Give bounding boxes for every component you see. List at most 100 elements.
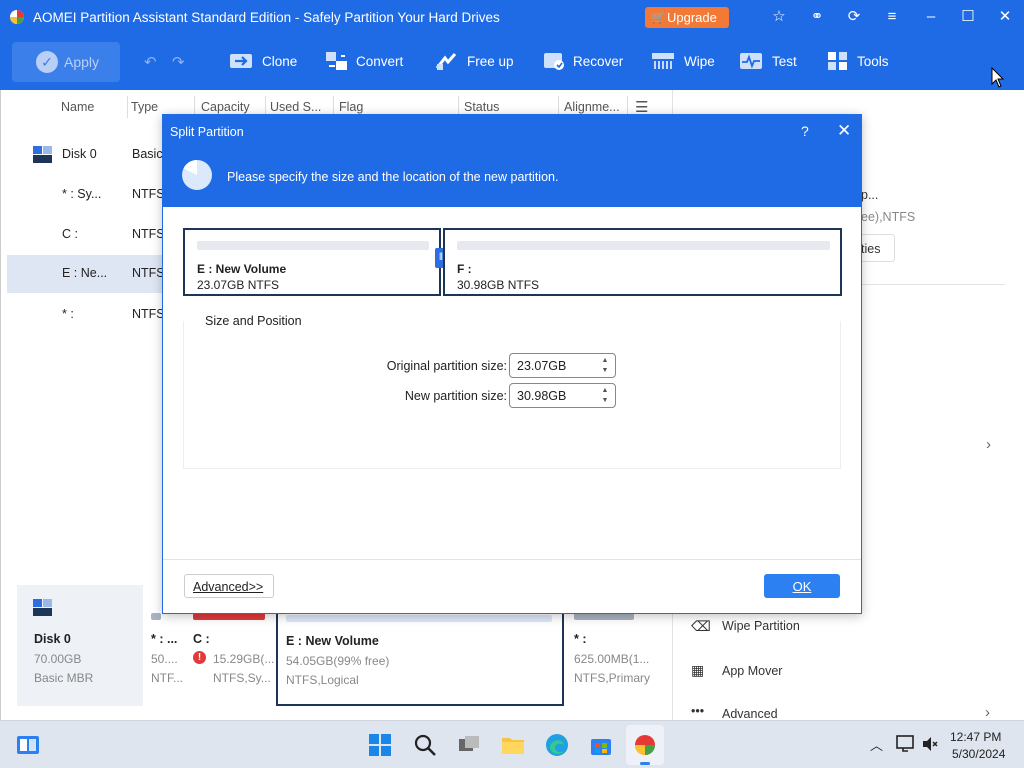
table-row[interactable]: C : NTFS xyxy=(7,216,167,254)
tools-icon xyxy=(828,52,847,70)
spin-down-icon[interactable]: ▼ xyxy=(600,367,610,375)
column-header-status[interactable]: Status xyxy=(464,100,499,114)
table-row[interactable]: * : Sy... NTFS xyxy=(7,176,167,214)
tool-label: Recover xyxy=(573,54,624,69)
file-explorer-icon[interactable] xyxy=(501,733,525,757)
edge-browser-icon[interactable] xyxy=(545,733,569,757)
link-icon[interactable]: ⚭ xyxy=(807,7,827,27)
column-header-name[interactable]: Name xyxy=(61,100,94,114)
title-bar: AOMEI Partition Assistant Standard Editi… xyxy=(0,0,1024,34)
advanced-button[interactable]: Advanced>> xyxy=(184,574,274,598)
test-icon xyxy=(740,53,762,69)
left-partition-name: E : New Volume xyxy=(197,262,287,276)
disk-tile[interactable]: Disk 0 70.00GB Basic MBR xyxy=(17,585,143,706)
free-up-icon xyxy=(435,53,457,70)
original-size-label: Original partition size: xyxy=(386,359,507,373)
free-up-tool[interactable]: Free up xyxy=(435,48,525,76)
column-header-used[interactable]: Used S... xyxy=(270,100,321,114)
original-size-stepper[interactable]: 23.07GB ▲ ▼ xyxy=(509,353,616,378)
disk-icon xyxy=(33,146,52,163)
disk-icon xyxy=(33,599,52,616)
task-view-icon[interactable] xyxy=(457,733,481,757)
partition-fs: NTFS,Primary xyxy=(574,671,650,685)
partition-name: E : New Volume xyxy=(286,634,379,648)
star-icon[interactable]: ☆ xyxy=(769,7,789,27)
spin-up-icon[interactable]: ▲ xyxy=(600,357,610,365)
dialog-title: Split Partition xyxy=(170,125,244,139)
partition-size: 625.00MB(1... xyxy=(574,652,650,666)
chevron-right-icon[interactable]: › xyxy=(986,436,991,453)
pie-chart-icon xyxy=(182,160,212,190)
table-row[interactable]: * : NTFS xyxy=(7,296,167,334)
apply-button[interactable]: ✓ Apply xyxy=(12,42,120,82)
windows-start-icon[interactable] xyxy=(368,733,392,757)
test-tool[interactable]: Test xyxy=(739,48,809,76)
original-size-value: 23.07GB xyxy=(517,359,567,373)
tool-label: Test xyxy=(772,54,797,69)
partition-usage-bar xyxy=(193,613,265,620)
more-icon: ••• xyxy=(691,704,705,718)
properties-button[interactable]: ties xyxy=(861,234,895,262)
widgets-icon[interactable] xyxy=(16,733,40,757)
action-label: App Mover xyxy=(722,664,783,678)
toolbar: ✓ Apply ↶ ↷ Clone Convert Free up Recove… xyxy=(0,34,1024,90)
upgrade-button[interactable]: 🛒 Upgrade xyxy=(645,7,729,28)
row-type: NTFS xyxy=(132,227,165,241)
column-header-capacity[interactable]: Capacity xyxy=(201,100,250,114)
app-mover-icon: ▦ xyxy=(691,662,705,678)
help-icon[interactable]: ? xyxy=(801,123,809,139)
redo-icon[interactable]: ↷ xyxy=(172,53,185,71)
partition-usage-bar xyxy=(286,615,552,622)
partition-usage-bar xyxy=(151,613,161,620)
split-partition-dialog: Split Partition ? ✕ Please specify the s… xyxy=(162,114,862,614)
column-header-alignment[interactable]: Alignme... xyxy=(564,100,620,114)
maximize-icon[interactable]: ☐ xyxy=(958,7,978,27)
network-icon[interactable] xyxy=(896,735,916,753)
new-size-stepper[interactable]: 30.98GB ▲ ▼ xyxy=(509,383,616,408)
table-row[interactable]: Disk 0 Basic xyxy=(7,136,167,174)
dialog-instruction: Please specify the size and the location… xyxy=(227,170,559,184)
spin-up-icon[interactable]: ▲ xyxy=(600,387,610,395)
refresh-icon[interactable]: ⟳ xyxy=(844,7,864,27)
app-logo-icon xyxy=(10,10,24,24)
tools-tool[interactable]: Tools xyxy=(826,48,896,76)
partition-usage-bar xyxy=(574,613,634,620)
clock-time[interactable]: 12:47 PM xyxy=(950,730,1001,744)
partition-left-block[interactable]: E : New Volume 23.07GB NTFS xyxy=(183,228,441,296)
close-window-icon[interactable]: ✕ xyxy=(995,7,1015,27)
tool-label: Convert xyxy=(356,54,404,69)
action-label: Advanced xyxy=(722,707,778,720)
close-icon[interactable]: ✕ xyxy=(837,121,851,141)
ok-button[interactable]: OK xyxy=(764,574,840,598)
aomei-taskbar-button[interactable] xyxy=(626,725,664,765)
minimize-icon[interactable]: – xyxy=(921,7,941,27)
action-wipe-partition[interactable]: ⌫ Wipe Partition xyxy=(691,616,991,638)
convert-tool[interactable]: Convert xyxy=(325,48,415,76)
search-icon[interactable] xyxy=(413,733,437,757)
recover-tool[interactable]: Recover xyxy=(543,48,633,76)
volume-muted-icon[interactable] xyxy=(921,735,939,753)
aomei-app-icon xyxy=(635,735,655,755)
partition-right-block[interactable]: F : 30.98GB NTFS xyxy=(443,228,842,296)
column-header-flag[interactable]: Flag xyxy=(339,100,363,114)
store-icon[interactable] xyxy=(589,733,613,757)
properties-label: ties xyxy=(861,242,881,256)
clock-date[interactable]: 5/30/2024 xyxy=(952,747,1005,761)
disk-size: 70.00GB xyxy=(34,652,82,666)
convert-icon xyxy=(326,52,347,70)
group-title: Size and Position xyxy=(203,314,304,328)
action-advanced[interactable]: ••• Advanced › xyxy=(691,704,1001,720)
column-header-type[interactable]: Type xyxy=(131,100,158,114)
new-size-label: New partition size: xyxy=(404,389,507,403)
partition-fs: NTF... xyxy=(151,671,183,685)
undo-icon[interactable]: ↶ xyxy=(144,53,157,71)
spin-down-icon[interactable]: ▼ xyxy=(600,397,610,405)
table-row-selected[interactable]: E : Ne... NTFS xyxy=(7,255,167,293)
wipe-icon xyxy=(652,53,674,69)
action-app-mover[interactable]: ▦ App Mover xyxy=(691,661,991,683)
taskbar: ︿ 12:47 PM 5/30/2024 xyxy=(0,720,1024,768)
clone-tool[interactable]: Clone xyxy=(229,48,309,76)
chevron-up-icon[interactable]: ︿ xyxy=(870,735,883,754)
wipe-tool[interactable]: Wipe xyxy=(651,48,721,76)
menu-icon[interactable]: ≡ xyxy=(882,7,902,27)
